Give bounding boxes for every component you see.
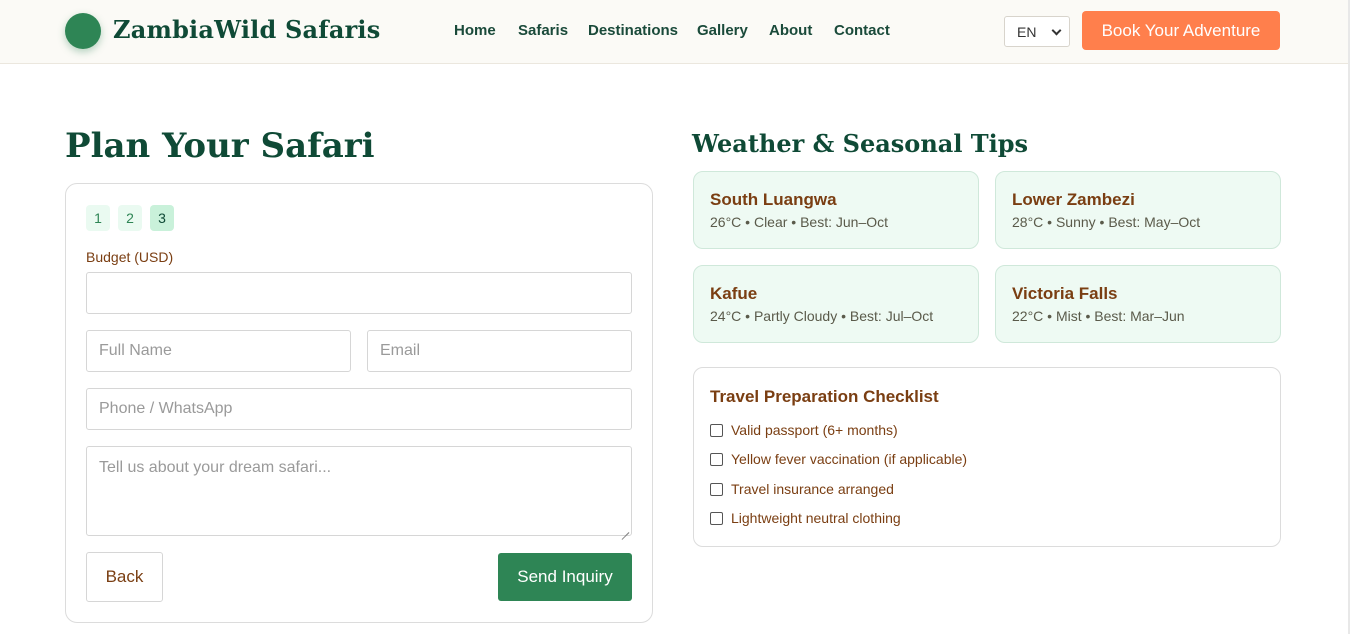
- weather-card-info: 22°C • Mist • Best: Mar–Jun: [1012, 308, 1185, 324]
- checklist-item-label: Lightweight neutral clothing: [731, 510, 901, 526]
- weather-card-info: 26°C • Clear • Best: Jun–Oct: [710, 214, 889, 230]
- checklist-item-insurance[interactable]: Travel insurance arranged: [710, 480, 894, 498]
- step-3[interactable]: 3: [150, 205, 174, 231]
- resize-handle-icon[interactable]: [621, 525, 629, 533]
- budget-input[interactable]: [86, 272, 632, 314]
- checkbox[interactable]: [710, 511, 723, 525]
- budget-label: Budget (USD): [86, 249, 174, 265]
- weather-card-south-luangwa: South Luangwa 26°C • Clear • Best: Jun–O…: [693, 171, 979, 249]
- weather-card-name: Kafue: [710, 284, 758, 303]
- weather-card-victoria-falls: Victoria Falls 22°C • Mist • Best: Mar–J…: [995, 265, 1281, 343]
- nav-contact[interactable]: Contact: [834, 22, 890, 39]
- checkbox[interactable]: [710, 452, 723, 466]
- full-name-input[interactable]: Full Name: [86, 330, 351, 372]
- checklist-item-label: Valid passport (6+ months): [731, 422, 898, 438]
- message-placeholder: Tell us about your dream safari...: [99, 459, 332, 476]
- checklist-item-passport[interactable]: Valid passport (6+ months): [710, 421, 898, 439]
- checklist-item-label: Travel insurance arranged: [731, 481, 894, 497]
- weather-card-lower-zambezi: Lower Zambezi 28°C • Sunny • Best: May–O…: [995, 171, 1281, 249]
- weather-card-name: Lower Zambezi: [1012, 190, 1135, 209]
- chevron-down-icon: [1051, 25, 1062, 36]
- nav-destinations[interactable]: Destinations: [588, 22, 678, 39]
- nav-safaris[interactable]: Safaris: [518, 22, 568, 39]
- checklist-title: Travel Preparation Checklist: [710, 387, 939, 406]
- planner-title: Plan Your Safari: [65, 126, 375, 166]
- back-button[interactable]: Back: [86, 552, 163, 602]
- checkbox[interactable]: [710, 482, 723, 496]
- checklist-item-vaccination[interactable]: Yellow fever vaccination (if applicable): [710, 450, 967, 468]
- nav-gallery[interactable]: Gallery: [697, 22, 748, 39]
- message-textarea[interactable]: Tell us about your dream safari...: [86, 446, 632, 536]
- weather-card-name: Victoria Falls: [1012, 284, 1118, 303]
- brand-name[interactable]: ZambiaWild Safaris: [113, 15, 380, 44]
- weather-card-info: 28°C • Sunny • Best: May–Oct: [1012, 214, 1201, 230]
- site-header: ZambiaWild Safaris Home Safaris Destinat…: [0, 0, 1350, 64]
- nav-about[interactable]: About: [769, 22, 812, 39]
- book-adventure-button[interactable]: Book Your Adventure: [1082, 11, 1280, 50]
- nav-home[interactable]: Home: [454, 22, 496, 39]
- step-2[interactable]: 2: [118, 205, 142, 231]
- email-input[interactable]: Email: [367, 330, 632, 372]
- logo-icon[interactable]: [65, 13, 101, 49]
- language-value: EN: [1017, 24, 1037, 40]
- step-1[interactable]: 1: [86, 205, 110, 231]
- weather-title: Weather & Seasonal Tips: [692, 129, 1029, 158]
- checkbox[interactable]: [710, 423, 723, 437]
- weather-card-name: South Luangwa: [710, 190, 837, 209]
- weather-card-kafue: Kafue 24°C • Partly Cloudy • Best: Jul–O…: [693, 265, 979, 343]
- weather-card-info: 24°C • Partly Cloudy • Best: Jul–Oct: [710, 308, 934, 324]
- checklist-item-clothing[interactable]: Lightweight neutral clothing: [710, 509, 901, 527]
- checklist-item-label: Yellow fever vaccination (if applicable): [731, 451, 968, 467]
- phone-input[interactable]: Phone / WhatsApp: [86, 388, 632, 430]
- language-select[interactable]: EN: [1004, 16, 1070, 47]
- send-inquiry-button[interactable]: Send Inquiry: [498, 553, 632, 601]
- travel-checklist: Travel Preparation Checklist Valid passp…: [693, 367, 1281, 547]
- planner-form: 1 2 3 Budget (USD) Full Name Email Phone…: [65, 183, 653, 623]
